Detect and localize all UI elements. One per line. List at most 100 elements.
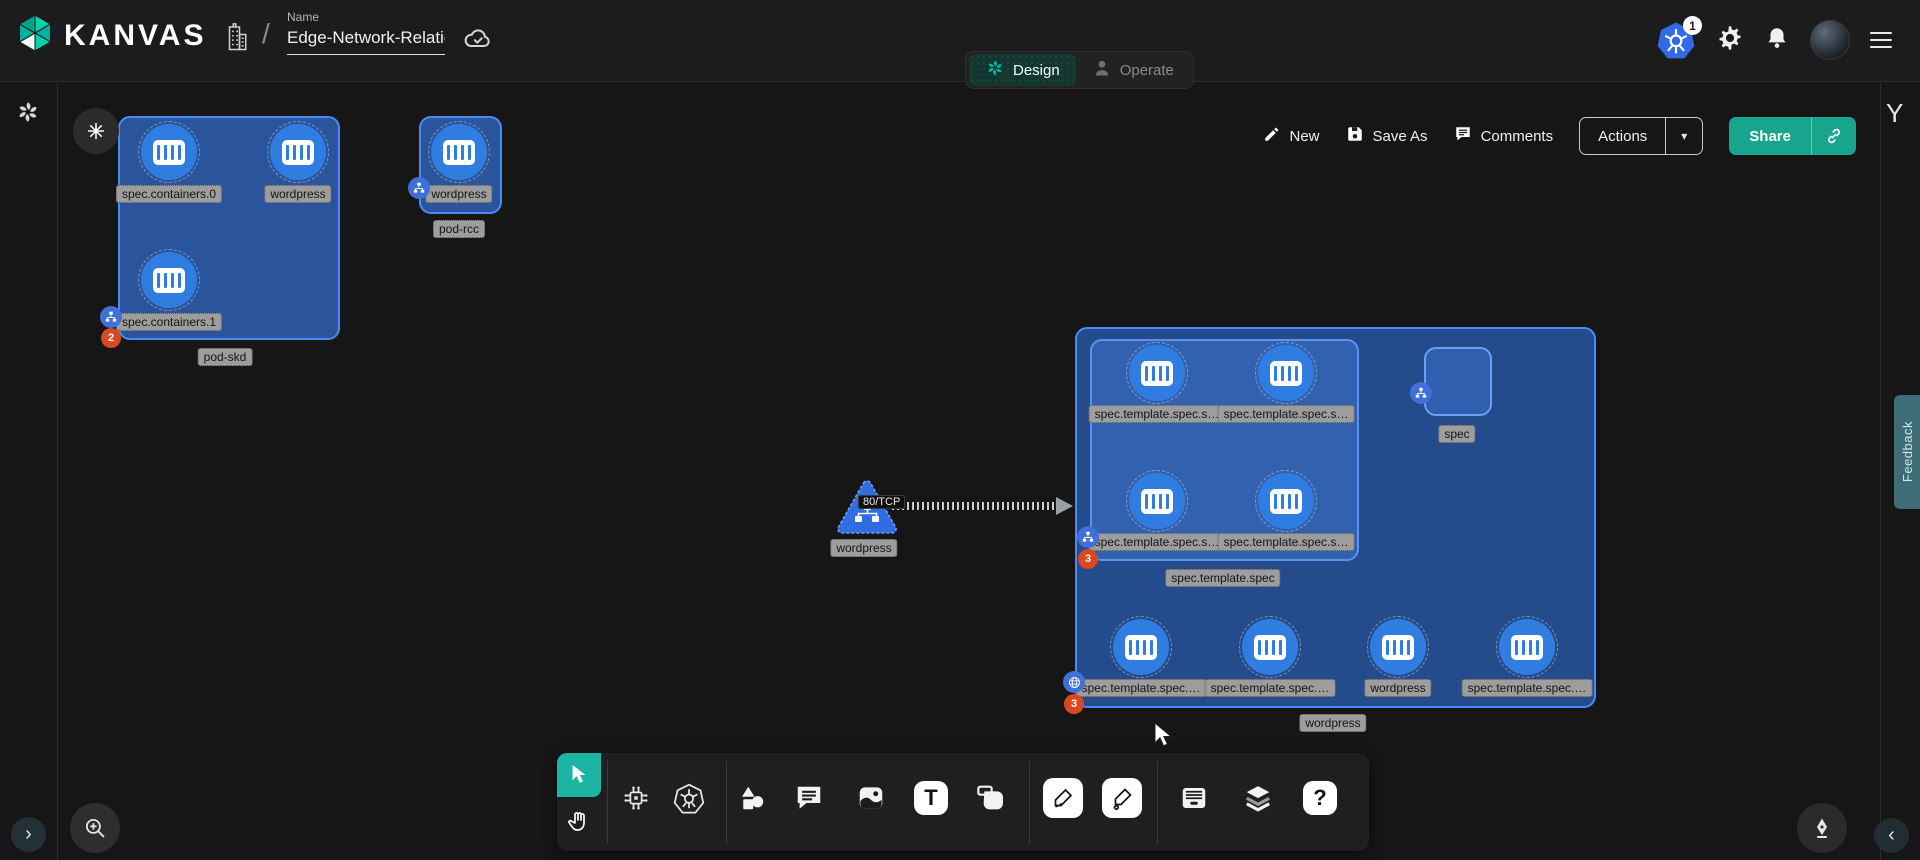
notifications-bell-icon[interactable]: [1764, 25, 1790, 56]
expand-left-panel-button[interactable]: ›: [11, 817, 46, 852]
kanvas-logo[interactable]: KANVAS: [16, 14, 206, 57]
spec-node[interactable]: [1424, 347, 1492, 416]
pan-hand-tool[interactable]: [557, 799, 601, 843]
zoom-button[interactable]: [70, 803, 120, 853]
service-node[interactable]: [834, 478, 900, 543]
layers-tool[interactable]: [1236, 776, 1280, 820]
deployment-globe-badge[interactable]: [1063, 671, 1085, 693]
node-label: spec.containers.0: [116, 185, 222, 203]
tab-design[interactable]: Design: [969, 54, 1076, 86]
text-tool-glyph: T: [924, 785, 937, 811]
container-node[interactable]: [1258, 345, 1314, 401]
left-rail-divider: [57, 83, 58, 860]
container-node[interactable]: [1370, 619, 1426, 675]
container-node[interactable]: [1242, 619, 1298, 675]
edge-arrowhead: [1056, 497, 1073, 515]
node-label: spec: [1438, 425, 1475, 443]
pod-hierarchy-badge[interactable]: [1077, 526, 1099, 548]
meshery-spiral-icon[interactable]: [15, 99, 41, 130]
design-name-label: Name: [287, 10, 445, 24]
container-node[interactable]: [1113, 619, 1169, 675]
node-label: spec.template.spec.…: [1205, 679, 1336, 697]
container-node[interactable]: [141, 124, 197, 180]
user-avatar[interactable]: [1810, 20, 1850, 60]
comments-button[interactable]: Comments: [1454, 125, 1554, 147]
container-node[interactable]: [141, 252, 197, 308]
toolbar-divider: [1029, 761, 1030, 843]
tab-operate[interactable]: Operate: [1076, 54, 1190, 86]
text-tool[interactable]: T: [909, 776, 953, 820]
copy-link-icon[interactable]: [1812, 117, 1856, 155]
container-node[interactable]: [1499, 619, 1555, 675]
share-split-button: Share: [1729, 117, 1856, 155]
hamburger-menu-icon[interactable]: [1870, 32, 1892, 48]
pen-nib-button[interactable]: [1797, 803, 1847, 853]
image-tool[interactable]: [849, 776, 893, 820]
mouse-cursor: [1152, 722, 1174, 753]
container-node[interactable]: [1258, 473, 1314, 529]
toolbar-divider: [1157, 761, 1158, 843]
edge-draw-tool[interactable]: [1041, 776, 1085, 820]
actions-button[interactable]: Actions: [1580, 118, 1665, 154]
node-label: spec.template.spec.s…: [1089, 405, 1226, 423]
save-as-button[interactable]: Save As: [1346, 125, 1428, 147]
container-node[interactable]: [1129, 473, 1185, 529]
service-edge[interactable]: [892, 502, 1058, 510]
shapes-tool[interactable]: [730, 776, 774, 820]
organization-icon[interactable]: [222, 20, 252, 59]
freehand-draw-tool[interactable]: [1100, 776, 1144, 820]
operate-person-icon: [1092, 58, 1112, 82]
comments-label: Comments: [1481, 128, 1554, 145]
collapsed-count-badge[interactable]: 3: [1064, 694, 1084, 714]
node-label: spec.template.spec.s…: [1218, 405, 1355, 423]
help-tool[interactable]: ?: [1298, 776, 1342, 820]
container-node[interactable]: [1129, 345, 1185, 401]
canvas-toolbar: T: [557, 753, 1369, 851]
container-node[interactable]: [270, 124, 326, 180]
new-label: New: [1290, 128, 1320, 145]
node-label: wordpress: [830, 539, 897, 557]
design-spiral-icon: [985, 58, 1005, 82]
kubernetes-components-tool[interactable]: [667, 776, 711, 820]
pod-hierarchy-badge[interactable]: [100, 306, 122, 328]
feedback-label: Feedback: [1900, 421, 1915, 482]
drawer-archive-tool[interactable]: [1172, 776, 1216, 820]
collapsed-count-badge[interactable]: 3: [1078, 549, 1098, 569]
kanvas-hexagon-icon: [16, 14, 54, 57]
pod-hierarchy-badge[interactable]: [1410, 382, 1432, 404]
comment-tool[interactable]: [787, 776, 831, 820]
actions-dropdown-caret[interactable]: ▾: [1666, 118, 1702, 154]
toolbar-divider: [726, 761, 727, 843]
header-right-controls: 1: [1656, 10, 1892, 70]
node-label: spec.template.spec.…: [1076, 679, 1207, 697]
group-label: wordpress: [1299, 714, 1366, 732]
kanvas-app: KANVAS / Name Edge-Network-Relatio: [0, 0, 1920, 860]
comment-bubble-icon: [1454, 125, 1472, 147]
node-label: spec.containers.1: [116, 313, 222, 331]
floppy-save-icon: [1346, 125, 1364, 147]
kubernetes-count-badge: 1: [1683, 16, 1702, 35]
share-button[interactable]: Share: [1729, 117, 1811, 155]
design-name-input[interactable]: Edge-Network-Relatio: [287, 24, 445, 55]
container-node[interactable]: [431, 124, 487, 180]
right-rail-y-icon[interactable]: Y: [1886, 98, 1903, 129]
settings-gear-icon[interactable]: [1716, 24, 1744, 57]
collapse-right-panel-button[interactable]: ‹: [1874, 818, 1909, 853]
new-button[interactable]: New: [1263, 125, 1320, 147]
feedback-tab[interactable]: Feedback: [1894, 395, 1920, 509]
node-label: spec.template.spec.s…: [1218, 533, 1355, 551]
tab-design-label: Design: [1013, 62, 1060, 79]
pod-hierarchy-badge[interactable]: [408, 177, 430, 199]
design-name-field[interactable]: Name Edge-Network-Relatio: [287, 10, 445, 55]
cloud-saved-icon: [462, 22, 494, 59]
sticky-note-tool[interactable]: [969, 776, 1013, 820]
app-header: KANVAS / Name Edge-Network-Relatio: [0, 0, 1920, 82]
snowflake-button[interactable]: [73, 108, 119, 154]
select-tool[interactable]: [557, 753, 601, 797]
kubernetes-context-button[interactable]: 1: [1656, 20, 1696, 60]
actions-split-button: Actions ▾: [1579, 117, 1703, 155]
component-shape-tool[interactable]: [614, 776, 658, 820]
right-rail-divider: [1880, 83, 1881, 860]
breadcrumb-separator: /: [262, 18, 270, 50]
collapsed-count-badge[interactable]: 2: [101, 328, 121, 348]
